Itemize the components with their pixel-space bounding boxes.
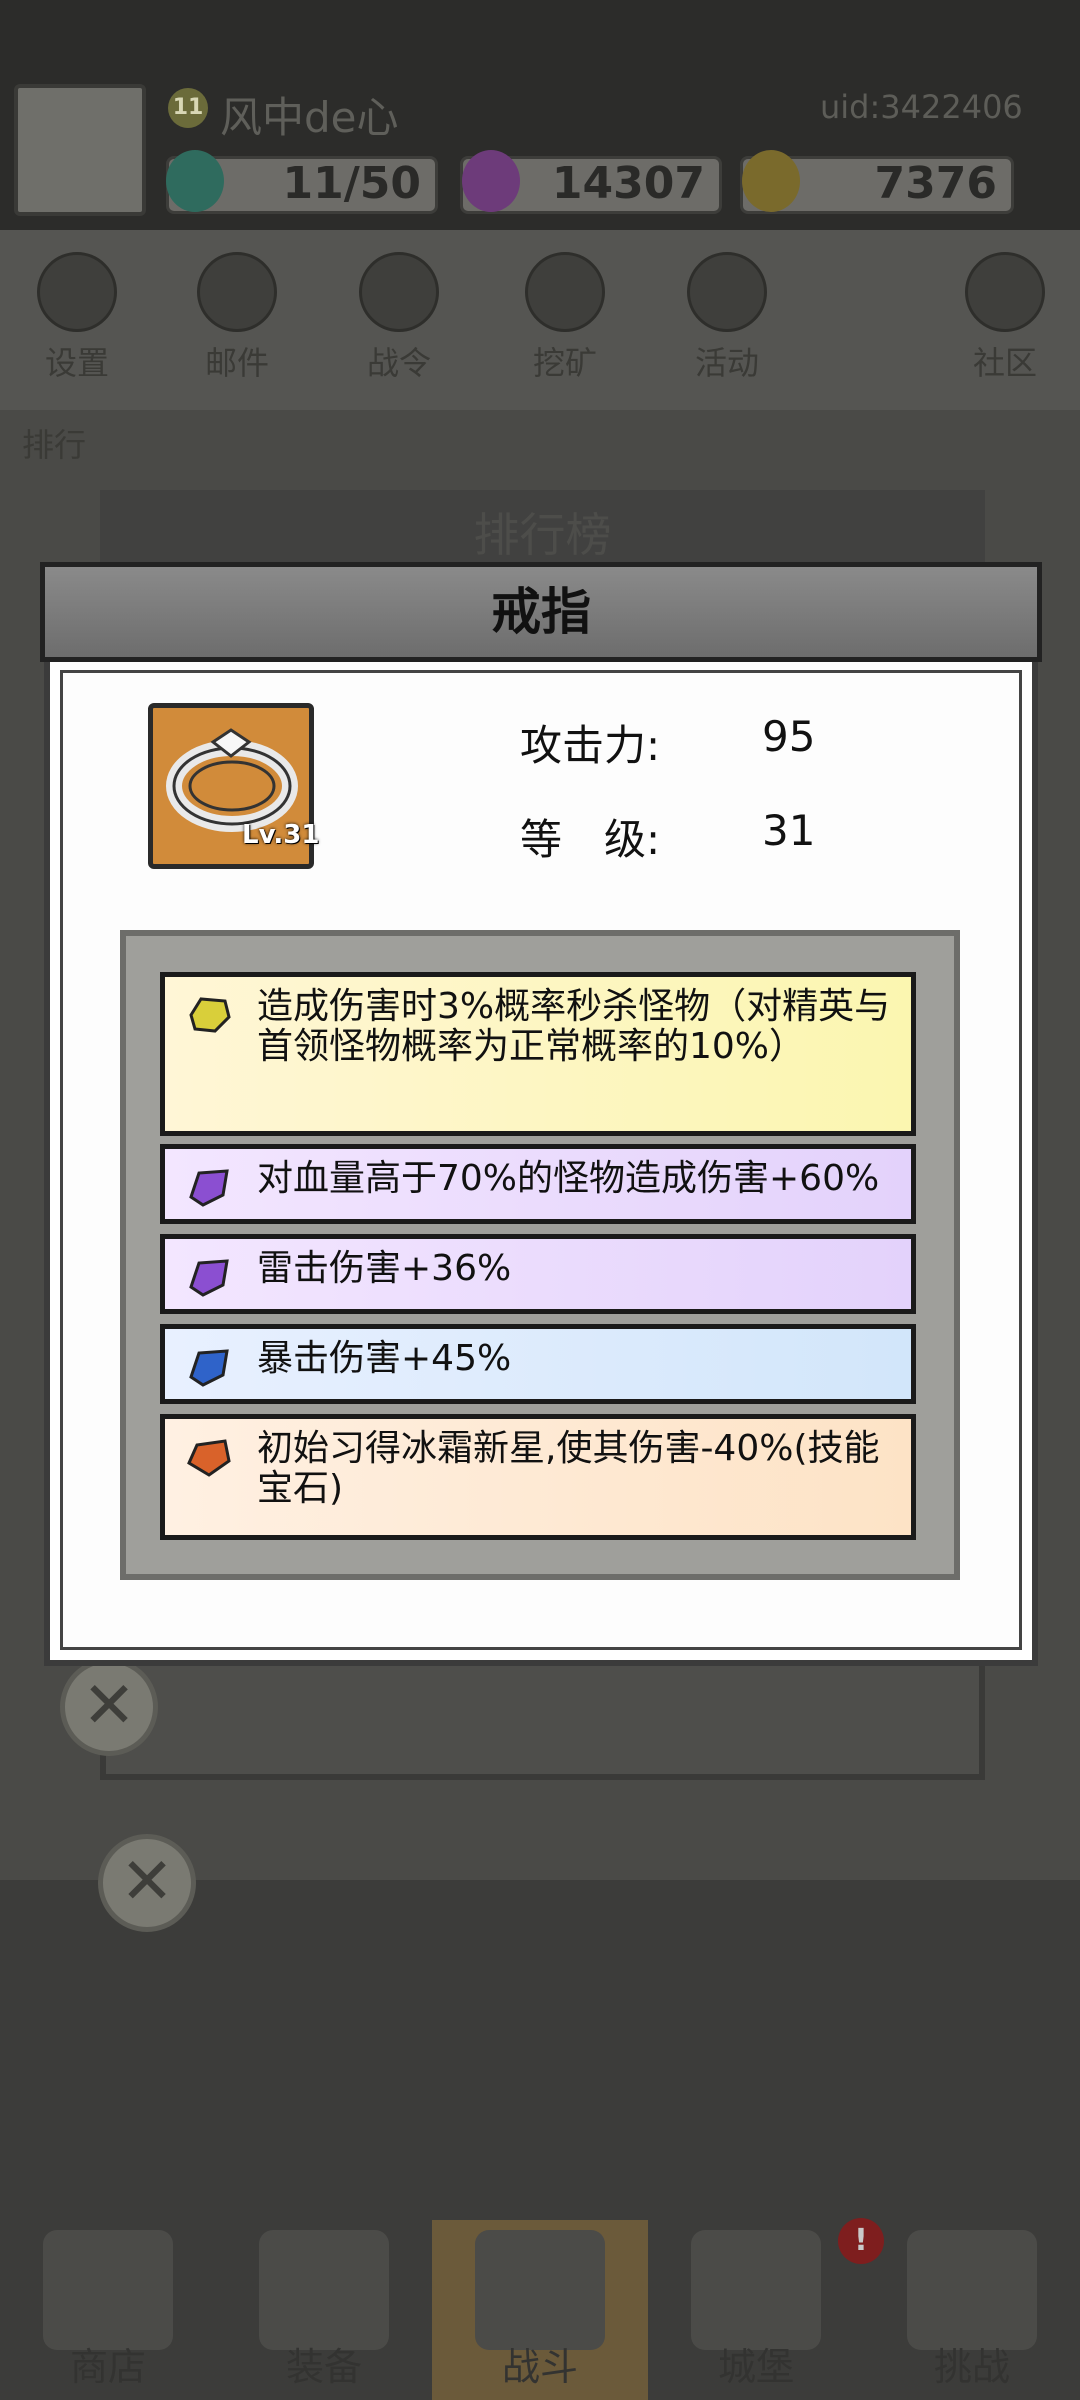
event-icon: [687, 252, 767, 332]
item-dialog-title: 戒指: [491, 583, 591, 641]
swords-icon: [475, 2230, 605, 2350]
home-icon: [965, 252, 1045, 332]
castle-icon: [691, 2230, 821, 2350]
gear-icon: [37, 252, 117, 332]
dialog-close-button[interactable]: ✕: [98, 1834, 196, 1932]
energy-icon: [166, 150, 224, 212]
nav-battle[interactable]: 战斗: [432, 2220, 648, 2400]
side-ranking-button[interactable]: 排行: [22, 420, 112, 466]
coin-icon: [742, 150, 800, 212]
yellow-gem-icon: [189, 997, 231, 1033]
affix-text: 暴击伤害+45%: [257, 1338, 512, 1379]
menu-mining[interactable]: 挖矿: [510, 252, 620, 384]
item-level-badge: Lv.31: [242, 820, 320, 850]
avatar[interactable]: [14, 84, 146, 216]
shop-icon: [43, 2230, 173, 2350]
affix-row: 雷击伤害+36%: [160, 1234, 916, 1314]
player-name: 风中de心: [220, 93, 399, 142]
affix-text: 初始习得冰霜新星,使其伤害-40%(技能宝石): [257, 1428, 880, 1509]
backpack-icon: [259, 2230, 389, 2350]
affix-row: 对血量高于70%的怪物造成伤害+60%: [160, 1144, 916, 1224]
challenge-icon: [907, 2230, 1037, 2350]
affix-row: 初始习得冰霜新星,使其伤害-40%(技能宝石): [160, 1414, 916, 1540]
nav-equipment[interactable]: 装备: [216, 2220, 432, 2400]
player-level-badge: 11: [168, 88, 208, 128]
orange-gem-icon: [187, 1439, 231, 1477]
menu-mail[interactable]: 邮件: [182, 252, 292, 384]
affix-text: 造成伤害时3%概率秒杀怪物（对精英与首领怪物概率为正常概率的10%）: [257, 986, 891, 1067]
menu-settings[interactable]: 设置: [22, 252, 132, 384]
nav-challenge[interactable]: 挑战: [864, 2220, 1080, 2400]
attack-value: 95: [762, 712, 816, 761]
panel-close-button[interactable]: ✕: [60, 1658, 158, 1756]
gem-icon: [462, 150, 520, 212]
affix-text: 雷击伤害+36%: [257, 1248, 512, 1289]
player-uid: uid:3422406: [820, 88, 1023, 126]
affix-text: 对血量高于70%的怪物造成伤害+60%: [257, 1158, 880, 1199]
nav-castle[interactable]: 城堡: [648, 2220, 864, 2400]
nav-shop[interactable]: 商店: [0, 2220, 216, 2400]
mine-icon: [525, 252, 605, 332]
mail-icon: [197, 252, 277, 332]
castle-alert-badge: !: [838, 2218, 884, 2264]
menu-community[interactable]: 社区: [950, 252, 1060, 384]
purple-gem-icon: [189, 1259, 229, 1297]
attack-label: 攻击力:: [520, 721, 661, 770]
level-label: 等 级:: [520, 815, 661, 864]
orb-icon: [359, 252, 439, 332]
menu-events[interactable]: 活动: [672, 252, 782, 384]
affix-row: 造成伤害时3%概率秒杀怪物（对精英与首领怪物概率为正常概率的10%）: [160, 972, 916, 1136]
menu-battle-pass[interactable]: 战令: [344, 252, 454, 384]
affix-row: 暴击伤害+45%: [160, 1324, 916, 1404]
blue-gem-icon: [189, 1349, 229, 1387]
purple-gem-icon: [189, 1169, 229, 1207]
level-value: 31: [762, 806, 816, 855]
